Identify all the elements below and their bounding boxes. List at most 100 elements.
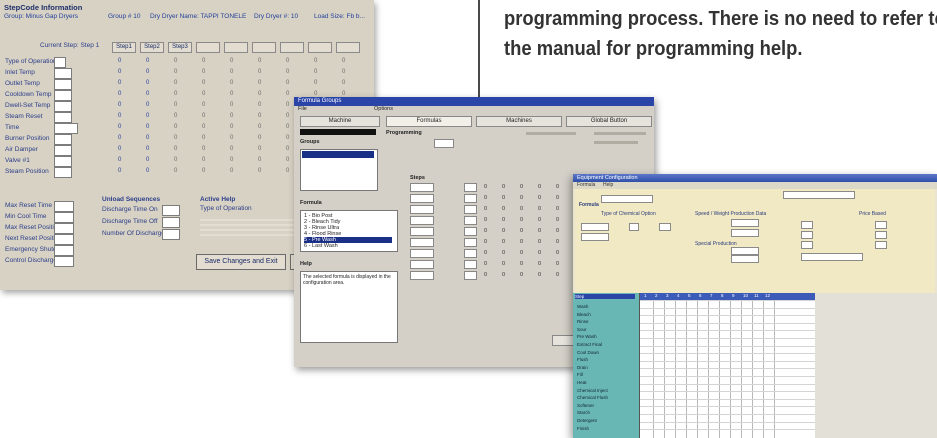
step-tab-4[interactable] xyxy=(196,42,220,53)
step-name-field[interactable] xyxy=(410,194,434,203)
step-name-field[interactable] xyxy=(410,183,434,192)
config-field[interactable] xyxy=(731,219,759,227)
sidebar-step-item[interactable]: Chemical Inject xyxy=(577,388,608,393)
timer-field[interactable] xyxy=(54,245,74,256)
sidebar-step-item[interactable]: Drain xyxy=(577,365,588,370)
config-field[interactable] xyxy=(629,223,639,231)
discharge-field[interactable] xyxy=(162,205,180,216)
sidebar-step-item[interactable]: Bleach xyxy=(577,312,591,317)
timer-field[interactable] xyxy=(54,234,74,245)
active-help-title: Active Help xyxy=(200,196,236,203)
sidebar-step-item[interactable]: Softener xyxy=(577,403,594,408)
config-field[interactable] xyxy=(801,253,863,261)
step-tab-1[interactable]: Step1 xyxy=(112,42,136,53)
param-field[interactable] xyxy=(54,68,72,79)
step-tab-2[interactable]: Step2 xyxy=(140,42,164,53)
config-field[interactable] xyxy=(731,255,759,263)
config-field[interactable] xyxy=(875,221,887,229)
config-menu-formula[interactable]: Formula xyxy=(577,182,595,188)
tab-machine[interactable]: Machine xyxy=(300,116,380,127)
config-field[interactable] xyxy=(875,231,887,239)
sidebar-step-item[interactable]: Detergent xyxy=(577,418,597,423)
step-tab-3[interactable]: Step3 xyxy=(168,42,192,53)
sidebar-step-item[interactable]: Heat xyxy=(577,380,587,385)
step-tab-9[interactable] xyxy=(336,42,360,53)
timer-field[interactable] xyxy=(54,256,74,267)
param-field[interactable] xyxy=(54,123,78,134)
sidebar-step-item[interactable]: Pre Wash xyxy=(577,334,597,339)
step-value-field[interactable] xyxy=(464,205,477,214)
timer-field[interactable] xyxy=(54,223,74,234)
tab-formulas[interactable]: Formulas xyxy=(386,116,472,127)
step-value-field[interactable] xyxy=(464,194,477,203)
formula-id-field[interactable] xyxy=(601,195,653,203)
config-field[interactable] xyxy=(801,231,813,239)
formula-list[interactable]: 1 - Bio Post 2 - Bleach Tidy 3 - Rinse Ult… xyxy=(300,210,398,252)
config-field[interactable] xyxy=(801,241,813,249)
config-field[interactable] xyxy=(875,241,887,249)
sidebar-step-item[interactable]: Fill xyxy=(577,372,583,377)
menu-options[interactable]: Options xyxy=(374,106,393,112)
step-tab-6[interactable] xyxy=(252,42,276,53)
step-tab-7[interactable] xyxy=(280,42,304,53)
param-field[interactable] xyxy=(54,101,72,112)
formula-name-input[interactable] xyxy=(434,139,454,148)
sidebar-step-item[interactable]: Chemical Flush xyxy=(577,395,608,400)
sidebar-step-item[interactable]: Flush xyxy=(577,357,588,362)
config-field[interactable] xyxy=(731,229,759,237)
tab-global-button[interactable]: Global Button xyxy=(566,116,652,127)
config-field[interactable] xyxy=(801,221,813,229)
step-value-field[interactable] xyxy=(464,238,477,247)
config-field[interactable] xyxy=(731,247,759,255)
menu-file[interactable]: File xyxy=(298,106,307,112)
config-field[interactable] xyxy=(581,233,609,241)
param-field[interactable] xyxy=(54,134,72,145)
param-field[interactable] xyxy=(54,145,72,156)
step-cell-value: 0 xyxy=(538,261,542,267)
step-name-field[interactable] xyxy=(410,249,434,258)
param-field[interactable] xyxy=(54,156,72,167)
step-cell-value: 0 xyxy=(556,250,560,256)
step-name-field[interactable] xyxy=(410,216,434,225)
discharge-field[interactable] xyxy=(162,217,180,228)
step-name-field[interactable] xyxy=(410,271,434,280)
timer-field[interactable] xyxy=(54,212,74,223)
discharge-field[interactable] xyxy=(162,229,180,240)
step-tab-8[interactable] xyxy=(308,42,332,53)
formula-name-field[interactable] xyxy=(783,191,855,199)
formula-list-item[interactable]: 6 - Last Wash xyxy=(304,243,338,249)
groups-list[interactable] xyxy=(300,149,378,191)
step-value-field[interactable] xyxy=(464,260,477,269)
tab-machines[interactable]: Machines xyxy=(476,116,562,127)
step-tab-5[interactable] xyxy=(224,42,248,53)
param-field[interactable] xyxy=(54,112,72,123)
step-value-field[interactable] xyxy=(464,183,477,192)
sidebar-step-item[interactable]: Cool Down xyxy=(577,350,599,355)
sidebar-step-item[interactable]: Finish xyxy=(577,426,589,431)
param-field[interactable] xyxy=(54,57,66,68)
config-menu-help[interactable]: Help xyxy=(603,182,613,188)
step-value-field[interactable] xyxy=(464,271,477,280)
step-name-field[interactable] xyxy=(410,205,434,214)
param-field[interactable] xyxy=(54,90,72,101)
config-field[interactable] xyxy=(581,223,609,231)
sidebar-step-item[interactable]: Rinse xyxy=(577,319,589,324)
sidebar-step-item[interactable]: Wash xyxy=(577,304,588,309)
config-field[interactable] xyxy=(659,223,671,231)
step-name-field[interactable] xyxy=(410,227,434,236)
timer-field[interactable] xyxy=(54,201,74,212)
step-value-field[interactable] xyxy=(464,249,477,258)
step-name-field[interactable] xyxy=(410,238,434,247)
groups-selected-item[interactable] xyxy=(302,151,374,158)
param-field[interactable] xyxy=(54,79,72,90)
step-value-field[interactable] xyxy=(464,216,477,225)
sidebar-step-item[interactable]: Starch xyxy=(577,410,590,415)
sidebar-step-item[interactable]: Extract Final xyxy=(577,342,602,347)
grid-value: 0 xyxy=(118,168,122,174)
step-value-field[interactable] xyxy=(464,227,477,236)
step-name-field[interactable] xyxy=(410,260,434,269)
save-changes-button[interactable]: Save Changes and Exit xyxy=(196,254,286,270)
groups-label: Groups xyxy=(300,139,320,145)
param-field[interactable] xyxy=(54,167,72,178)
sidebar-step-item[interactable]: Sour xyxy=(577,327,587,332)
